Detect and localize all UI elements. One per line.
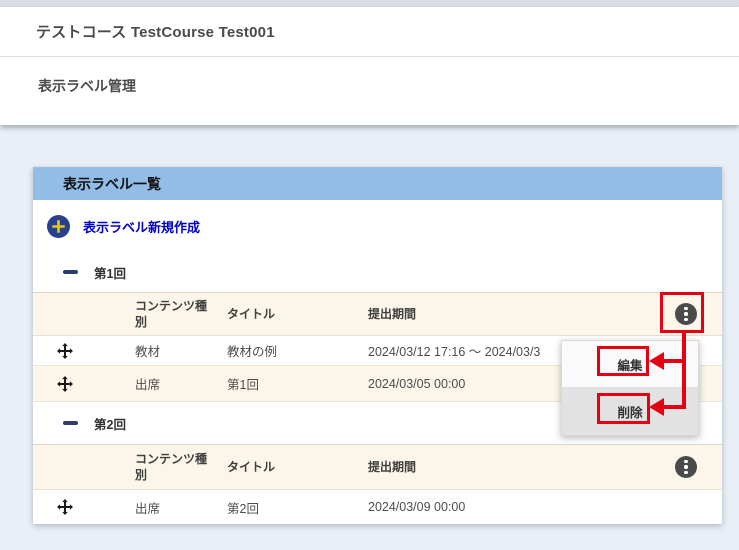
- vertical-dots-menu-icon[interactable]: [675, 456, 697, 478]
- context-menu: 編集 削除: [561, 340, 699, 436]
- column-header-type: コンテンツ種別: [135, 293, 213, 335]
- course-title: テストコース TestCourse Test001: [36, 21, 275, 42]
- column-header-title: タイトル: [227, 445, 357, 489]
- window-top-edge: [0, 0, 739, 7]
- cell-content-type: 教材: [135, 336, 219, 365]
- panel-header: 表示ラベル一覧: [33, 167, 722, 200]
- move-handle-icon[interactable]: [53, 336, 77, 365]
- menu-item-delete[interactable]: 削除: [562, 387, 698, 435]
- table-header-1: コンテンツ種別 タイトル 提出期間: [33, 292, 722, 336]
- column-header-type: コンテンツ種別: [135, 445, 213, 489]
- table-row: 出席 第2回 2024/03/09 00:00: [33, 490, 722, 524]
- column-header-period: 提出期間: [368, 293, 598, 335]
- column-header-title: タイトル: [227, 293, 357, 335]
- section-row-1: 第1回: [33, 252, 722, 292]
- page-header: テストコース TestCourse Test001 表示ラベル管理: [0, 7, 739, 125]
- cell-content-type: 出席: [135, 490, 219, 524]
- column-header-period: 提出期間: [368, 445, 598, 489]
- section-label: 第1回: [94, 263, 126, 282]
- create-label-link[interactable]: 表示ラベル新規作成: [83, 217, 200, 236]
- collapse-icon[interactable]: [63, 270, 78, 274]
- cell-content-type: 出席: [135, 366, 219, 401]
- move-handle-icon[interactable]: [53, 490, 77, 524]
- menu-item-edit[interactable]: 編集: [562, 341, 698, 387]
- collapse-icon[interactable]: [63, 421, 78, 425]
- cell-title: 第2回: [227, 490, 357, 524]
- page-title: 表示ラベル管理: [38, 76, 136, 96]
- panel-title: 表示ラベル一覧: [63, 174, 161, 194]
- section-label: 第2回: [94, 414, 126, 433]
- plus-icon[interactable]: [47, 215, 70, 238]
- create-label-row: 表示ラベル新規作成: [33, 200, 722, 252]
- vertical-dots-menu-icon[interactable]: [675, 303, 697, 325]
- cell-title: 第1回: [227, 366, 357, 401]
- table-header-2: コンテンツ種別 タイトル 提出期間: [33, 444, 722, 490]
- cell-title: 教材の例: [227, 336, 357, 365]
- cell-period: 2024/03/09 00:00: [368, 490, 598, 524]
- move-handle-icon[interactable]: [53, 366, 77, 401]
